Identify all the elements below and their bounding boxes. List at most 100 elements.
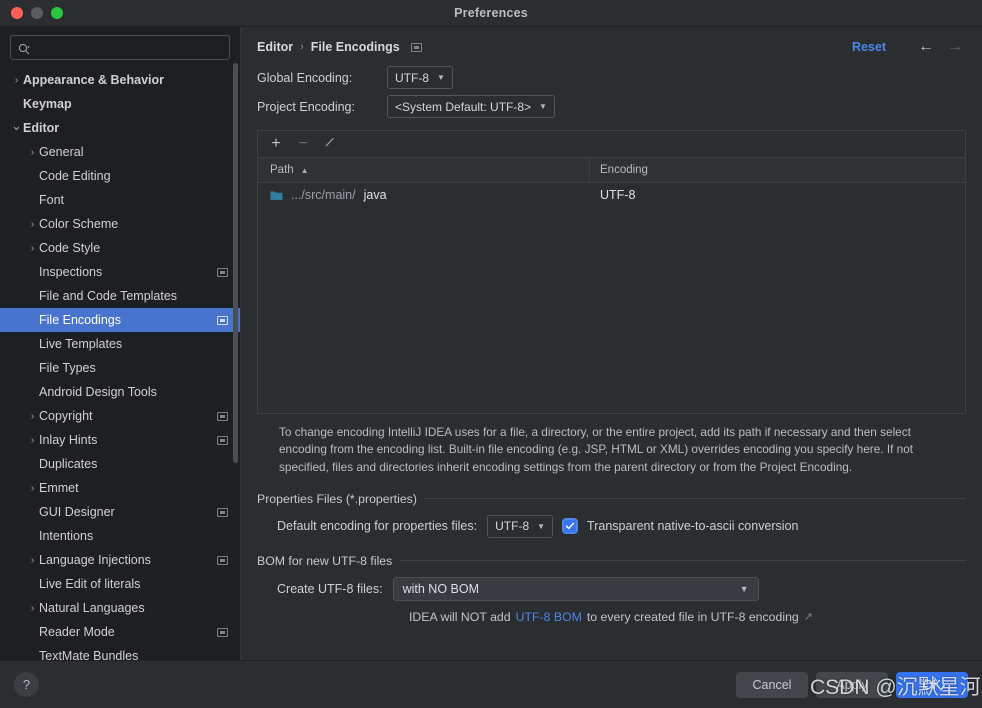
table-row[interactable]: .../src/main/java UTF-8 — [258, 183, 965, 207]
sidebar-item-gui-designer[interactable]: GUI Designer — [0, 500, 240, 524]
sidebar-item-reader-mode[interactable]: Reader Mode — [0, 620, 240, 644]
search-input[interactable] — [34, 40, 222, 55]
chevron-right-icon[interactable]: › — [26, 596, 39, 620]
sidebar-item-textmate-bundles[interactable]: TextMate Bundles — [0, 644, 240, 660]
sidebar-item-inspections[interactable]: Inspections — [0, 260, 240, 284]
search-box[interactable] — [10, 35, 230, 60]
sidebar-item-live-templates[interactable]: Live Templates — [0, 332, 240, 356]
project-encoding-select[interactable]: <System Default: UTF-8> ▼ — [387, 95, 555, 118]
sidebar-item-duplicates[interactable]: Duplicates — [0, 452, 240, 476]
sidebar-item-live-edit-of-literals[interactable]: Live Edit of literals — [0, 572, 240, 596]
sidebar-item-label: Language Injections — [39, 553, 151, 567]
help-button[interactable]: ? — [14, 672, 39, 697]
sidebar-item-intentions[interactable]: Intentions — [0, 524, 240, 548]
sidebar-item-code-editing[interactable]: Code Editing — [0, 164, 240, 188]
chevron-right-icon[interactable]: › — [10, 68, 23, 92]
sidebar-item-file-encodings[interactable]: File Encodings — [0, 308, 240, 332]
chevron-down-icon: ▼ — [739, 583, 749, 594]
chevron-right-icon[interactable]: › — [26, 236, 39, 260]
column-header-path[interactable]: Path ▲ — [258, 158, 590, 182]
sidebar-item-appearance-behavior[interactable]: › Appearance & Behavior — [0, 68, 240, 92]
sidebar-item-editor[interactable]: ⌄ Editor — [0, 116, 240, 140]
nav-back-icon[interactable]: ← — [915, 39, 937, 55]
settings-sidebar: › Appearance & Behavior Keymap ⌄ Editor › Gene… — [0, 27, 241, 660]
sidebar-item-label: Copyright — [39, 409, 93, 423]
sidebar-item-file-and-code-templates[interactable]: File and Code Templates — [0, 284, 240, 308]
sidebar-item-emmet[interactable]: › Emmet — [0, 476, 240, 500]
sidebar-item-font[interactable]: Font — [0, 188, 240, 212]
search-icon — [18, 42, 30, 54]
chevron-right-icon[interactable]: › — [26, 140, 39, 164]
sidebar-item-label: Emmet — [39, 481, 79, 495]
chevron-right-icon[interactable]: › — [26, 548, 39, 572]
window-title: Preferences — [454, 6, 528, 20]
sidebar-item-code-style[interactable]: › Code Style — [0, 236, 240, 260]
sidebar-item-label: Duplicates — [39, 457, 98, 471]
sidebar-item-label: File and Code Templates — [39, 289, 178, 303]
default-properties-encoding-select[interactable]: UTF-8 ▼ — [487, 514, 554, 538]
table-body: .../src/main/java UTF-8 — [258, 183, 965, 413]
sidebar-item-label: Natural Languages — [39, 601, 145, 615]
sidebar-item-language-injections[interactable]: › Language Injections — [0, 548, 240, 572]
project-scope-icon — [217, 411, 228, 421]
column-header-encoding[interactable]: Encoding — [590, 164, 648, 176]
sidebar-item-general[interactable]: › General — [0, 140, 240, 164]
sidebar-item-copyright[interactable]: › Copyright — [0, 404, 240, 428]
ok-button[interactable]: OK — [896, 671, 968, 698]
sidebar-item-file-types[interactable]: File Types — [0, 356, 240, 380]
folder-icon — [270, 190, 283, 201]
sidebar-item-inlay-hints[interactable]: › Inlay Hints — [0, 428, 240, 452]
chevron-right-icon[interactable]: › — [26, 476, 39, 500]
sidebar-item-label: Reader Mode — [39, 625, 115, 639]
nav-forward-icon[interactable]: → — [944, 39, 966, 55]
sidebar-item-natural-languages[interactable]: › Natural Languages — [0, 596, 240, 620]
bom-note-link[interactable]: UTF-8 BOM — [516, 610, 582, 624]
chevron-down-icon[interactable]: ⌄ — [10, 114, 23, 138]
default-properties-encoding-label: Default encoding for properties files: — [277, 519, 478, 534]
chevron-right-icon[interactable]: › — [26, 428, 39, 452]
project-encoding-label: Project Encoding: — [257, 99, 355, 114]
default-properties-encoding-value: UTF-8 — [495, 519, 530, 534]
close-window-icon[interactable] — [11, 7, 23, 19]
minimize-window-icon[interactable] — [31, 7, 43, 19]
sidebar-item-color-scheme[interactable]: › Color Scheme — [0, 212, 240, 236]
sidebar-item-label: Appearance & Behavior — [23, 73, 165, 87]
sidebar-item-keymap[interactable]: Keymap — [0, 92, 240, 116]
add-path-button[interactable]: + — [264, 133, 288, 155]
table-cell-encoding[interactable]: UTF-8 — [590, 188, 635, 202]
sidebar-item-android-design-tools[interactable]: Android Design Tools — [0, 380, 240, 404]
sidebar-scrollbar-thumb[interactable] — [233, 63, 238, 463]
column-header-encoding-label: Encoding — [600, 164, 648, 176]
bom-note-prefix: IDEA will NOT add — [409, 609, 511, 624]
bom-group-header: BOM for new UTF-8 files — [257, 554, 966, 568]
transparent-native-to-ascii-label[interactable]: Transparent native-to-ascii conversion — [587, 519, 798, 533]
sidebar-item-label: Live Templates — [39, 337, 123, 351]
project-scope-icon — [217, 627, 228, 637]
preferences-window: Preferences › Appearance & Behavior Keymap — [0, 0, 982, 708]
remove-path-button[interactable]: − — [291, 133, 315, 155]
zoom-window-icon[interactable] — [51, 7, 63, 19]
transparent-native-to-ascii-checkbox[interactable] — [563, 519, 578, 534]
encodings-table-panel: + − Path ▲ Encoding .../src/main/ java U… — [257, 130, 966, 414]
external-link-icon[interactable]: ↗ — [804, 610, 813, 623]
title-bar: Preferences — [0, 0, 982, 27]
bom-group: BOM for new UTF-8 files Create UTF-8 fil… — [257, 554, 966, 624]
breadcrumb-current: File Encodings — [310, 40, 400, 54]
breadcrumb-parent[interactable]: Editor — [257, 40, 293, 54]
chevron-right-icon[interactable]: › — [26, 212, 39, 236]
reset-link[interactable]: Reset — [852, 40, 886, 54]
chevron-right-icon[interactable]: › — [26, 404, 39, 428]
cancel-button[interactable]: Cancel — [736, 671, 808, 698]
create-utf8-files-select[interactable]: with NO BOM ▼ — [392, 576, 759, 601]
edit-path-button[interactable] — [318, 133, 342, 155]
apply-button[interactable]: Apply — [816, 671, 888, 698]
sidebar-item-label: File Encodings — [39, 313, 121, 327]
global-encoding-select[interactable]: UTF-8 ▼ — [387, 66, 453, 89]
